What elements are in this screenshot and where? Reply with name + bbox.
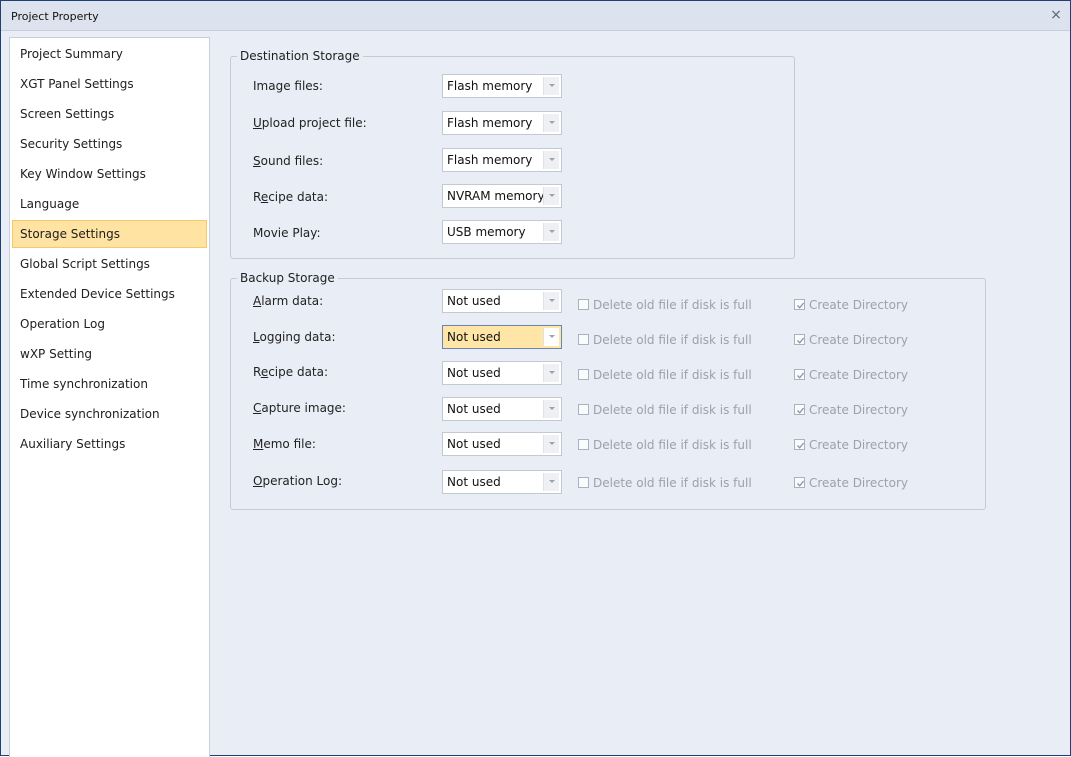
recipe-data-destination-label: Recipe data: — [253, 190, 329, 204]
chevron-down-icon[interactable] — [543, 292, 559, 310]
movie-play-value: USB memory — [447, 225, 526, 239]
memo-file-label: Memo file: — [253, 437, 316, 451]
settings-category-list: Project Summary XGT Panel Settings Scree… — [9, 37, 210, 757]
chevron-down-icon[interactable] — [543, 77, 559, 95]
sidebar-item-operation-log[interactable]: Operation Log — [12, 310, 207, 338]
operation-log-value: Not used — [447, 475, 501, 489]
image-files-value: Flash memory — [447, 79, 533, 93]
memo-file-value: Not used — [447, 437, 501, 451]
destination-storage-title: Destination Storage — [237, 49, 363, 63]
image-files-dropdown[interactable]: Flash memory — [442, 74, 562, 98]
logging-data-dropdown[interactable]: Not used — [442, 325, 562, 349]
recipe-data-backup-label: Recipe data: — [253, 365, 329, 379]
title-bar: Project Property × — [1, 1, 1070, 31]
chevron-down-icon[interactable] — [543, 187, 559, 205]
project-property-window: Project Property × Project Summary XGT P… — [0, 0, 1071, 757]
sidebar-item-xgt-panel-settings[interactable]: XGT Panel Settings — [12, 70, 207, 98]
chevron-down-icon[interactable] — [543, 364, 559, 382]
sidebar-item-global-script-settings[interactable]: Global Script Settings — [12, 250, 207, 278]
operation-log-dropdown[interactable]: Not used — [442, 470, 562, 494]
sidebar-item-project-summary[interactable]: Project Summary — [12, 40, 207, 68]
recipe-data-backup-value: Not used — [447, 366, 501, 380]
sidebar-item-key-window-settings[interactable]: Key Window Settings — [12, 160, 207, 188]
sidebar-item-language[interactable]: Language — [12, 190, 207, 218]
sidebar-item-device-synchronization[interactable]: Device synchronization — [12, 400, 207, 428]
sound-files-dropdown[interactable]: Flash memory — [442, 148, 562, 172]
alarm-data-dropdown[interactable]: Not used — [442, 289, 562, 313]
recipe-data-destination-value: NVRAM memory — [447, 189, 543, 203]
logging-data-value: Not used — [447, 330, 501, 344]
sound-files-value: Flash memory — [447, 153, 533, 167]
recipe-data-backup-dropdown[interactable]: Not used — [442, 361, 562, 385]
chevron-down-icon[interactable] — [543, 223, 559, 241]
movie-play-dropdown[interactable]: USB memory — [442, 220, 562, 244]
chevron-down-icon[interactable] — [543, 435, 559, 453]
sidebar-item-wxp-setting[interactable]: wXP Setting — [12, 340, 207, 368]
backup-storage-title: Backup Storage — [237, 271, 338, 285]
sidebar-item-time-synchronization[interactable]: Time synchronization — [12, 370, 207, 398]
alarm-data-label: Alarm data: — [253, 294, 324, 308]
chevron-down-icon[interactable] — [543, 400, 559, 418]
recipe-data-destination-dropdown[interactable]: NVRAM memory — [442, 184, 562, 208]
image-files-label: Image files: — [253, 79, 323, 93]
memo-file-dropdown[interactable]: Not used — [442, 432, 562, 456]
chevron-down-icon[interactable] — [543, 473, 559, 491]
chevron-down-icon[interactable] — [543, 151, 559, 169]
capture-image-dropdown[interactable]: Not used — [442, 397, 562, 421]
movie-play-label: Movie Play: — [253, 226, 321, 240]
sidebar-item-storage-settings[interactable]: Storage Settings — [12, 220, 207, 248]
chevron-down-icon[interactable] — [543, 328, 559, 346]
capture-image-label: Capture image: — [253, 401, 346, 415]
capture-image-value: Not used — [447, 402, 501, 416]
operation-log-label: Operation Log: — [253, 474, 343, 488]
sidebar-item-auxiliary-settings[interactable]: Auxiliary Settings — [12, 430, 207, 458]
upload-project-file-label: Upload project file: — [253, 116, 367, 130]
sidebar-item-screen-settings[interactable]: Screen Settings — [12, 100, 207, 128]
alarm-data-value: Not used — [447, 294, 501, 308]
window-title: Project Property — [11, 10, 99, 23]
chevron-down-icon[interactable] — [543, 114, 559, 132]
close-icon[interactable]: × — [1048, 7, 1064, 23]
sidebar-item-extended-device-settings[interactable]: Extended Device Settings — [12, 280, 207, 308]
logging-data-label: Logging data: — [253, 330, 336, 344]
sound-files-label: Sound files: — [253, 154, 324, 168]
upload-project-file-dropdown[interactable]: Flash memory — [442, 111, 562, 135]
sidebar-item-security-settings[interactable]: Security Settings — [12, 130, 207, 158]
upload-project-file-value: Flash memory — [447, 116, 533, 130]
